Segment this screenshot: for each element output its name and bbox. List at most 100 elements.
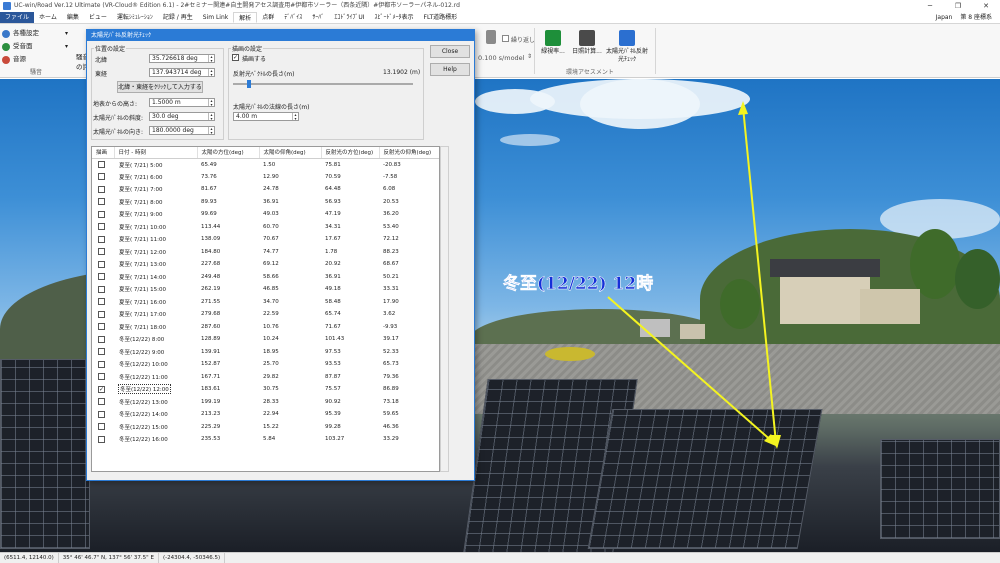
col-header-reflect-elevation[interactable]: 反射光の仰角(deg): [379, 147, 439, 159]
table-scrollbar[interactable]: [440, 146, 449, 472]
tab-speedometer[interactable]: ｽﾋﾟｰﾄﾞﾒｰﾀ表示: [369, 12, 418, 23]
row-draw-checkbox[interactable]: [98, 410, 105, 418]
table-row[interactable]: 冬至(12/22) 16:00 235.53 5.84 103.27 33.29: [92, 433, 439, 446]
table-row[interactable]: 夏至( 7/21) 15:00 262.19 46.85 49.18 33.31: [92, 283, 439, 296]
row-draw-checkbox[interactable]: [98, 285, 105, 293]
table-row[interactable]: 夏至( 7/21) 12:00 184.80 74.77 1.78 88.23: [92, 246, 439, 259]
row-draw-checkbox[interactable]: [98, 235, 105, 243]
row-draw-checkbox[interactable]: [98, 323, 105, 331]
click-input-latlon-button[interactable]: 北緯・東経をｸﾘｯｸして入力する: [117, 81, 203, 93]
tab-device[interactable]: ﾃﾞﾊﾞｲｽ: [279, 12, 307, 23]
spin-arrows-icon[interactable]: ▴ ▾: [292, 113, 298, 120]
sound-source-button[interactable]: 音源: [2, 53, 39, 66]
row-draw-checkbox[interactable]: [98, 398, 105, 406]
sunshine-calc-button[interactable]: 日照計算...: [572, 30, 602, 56]
col-header-sun-azimuth[interactable]: 太陽の方位(deg): [197, 147, 260, 159]
tab-home[interactable]: ホーム: [34, 12, 62, 23]
row-draw-checkbox[interactable]: ✓: [98, 385, 105, 393]
table-row[interactable]: ✓ 冬至(12/22) 12:00 183.61 30.75 75.57 86.89: [92, 383, 439, 396]
panel-normal-input[interactable]: 4.00 m ▴ ▾: [233, 112, 299, 121]
col-header-draw[interactable]: 描画: [92, 147, 115, 159]
house-icon[interactable]: [486, 30, 496, 44]
table-row[interactable]: 夏至( 7/21) 13:00 227.68 69.12 20.92 68.67: [92, 258, 439, 271]
spin-arrows-icon[interactable]: ▴ ▾: [208, 69, 214, 76]
col-header-datetime[interactable]: 日付 - 時刻: [114, 147, 198, 159]
tab-server[interactable]: ｻｰﾊﾞ: [307, 12, 329, 23]
receiver-surface-button[interactable]: 受音面: [2, 40, 39, 53]
tab-record-play[interactable]: 記録 / 再生: [158, 12, 198, 23]
noise-settings-button[interactable]: 各種設定: [2, 27, 39, 40]
row-draw-checkbox[interactable]: [98, 435, 105, 443]
table-row[interactable]: 冬至(12/22) 14:00 213.23 22.94 95.39 59.65: [92, 408, 439, 421]
table-row[interactable]: 冬至(12/22) 13:00 199.19 28.33 90.92 73.18: [92, 396, 439, 409]
close-window-button[interactable]: ✕: [972, 0, 1000, 12]
close-button[interactable]: Close: [430, 45, 470, 58]
table-row[interactable]: 夏至( 7/21) 10:00 113.44 60.70 34.31 53.40: [92, 221, 439, 234]
tab-point-cloud[interactable]: 点群: [257, 12, 279, 23]
row-draw-checkbox[interactable]: [98, 273, 105, 281]
latitude-input[interactable]: 35.726618 deg ▴ ▾: [149, 54, 215, 63]
dropdown-arrow-icon-2[interactable]: ▾: [65, 43, 68, 50]
row-draw-checkbox[interactable]: [98, 173, 105, 181]
row-draw-checkbox[interactable]: [98, 373, 105, 381]
speed-value[interactable]: 0.100 s/model: [478, 54, 525, 62]
longitude-input[interactable]: 137.943714 deg ▴ ▾: [149, 68, 215, 77]
table-row[interactable]: 夏至( 7/21) 11:00 138.09 70.67 17.67 72.12: [92, 233, 439, 246]
row-draw-checkbox[interactable]: [98, 360, 105, 368]
spin-arrows-icon[interactable]: ▴ ▾: [208, 99, 214, 106]
row-draw-checkbox[interactable]: [98, 161, 105, 168]
spin-arrows-icon[interactable]: ▴ ▾: [208, 113, 214, 120]
slider-thumb[interactable]: [247, 80, 252, 88]
coordinate-zone-label[interactable]: 第 8 座標系: [960, 12, 992, 24]
row-draw-checkbox[interactable]: [98, 210, 105, 218]
tab-edit[interactable]: 編集: [62, 12, 84, 23]
row-draw-checkbox[interactable]: [98, 248, 105, 256]
table-row[interactable]: 夏至( 7/21) 8:00 89.93 36.91 56.93 20.53: [92, 196, 439, 209]
row-draw-checkbox[interactable]: [98, 198, 105, 206]
tab-ecodrive[interactable]: ｴｺﾄﾞﾗｲﾌﾞUI: [329, 12, 369, 23]
tab-drive-sim[interactable]: 運転ｼﾐｭﾚｰｼｮﾝ: [112, 12, 158, 23]
table-row[interactable]: 夏至( 7/21) 9:00 99.69 49.03 47.19 36.20: [92, 208, 439, 221]
tab-flt-road[interactable]: FLT道路標形: [419, 12, 463, 23]
draw-checkbox[interactable]: ✓: [232, 54, 239, 61]
table-row[interactable]: 冬至(12/22) 9:00 139.91 18.95 97.53 52.33: [92, 346, 439, 359]
maximize-button[interactable]: ❐: [944, 0, 972, 12]
table-row[interactable]: 冬至(12/22) 11:00 167.71 29.82 87.87 79.36: [92, 371, 439, 384]
solar-reflection-check-button[interactable]: 太陽光ﾊﾟﾈﾙ反射光ﾁｪｯｸ: [604, 30, 650, 64]
table-row[interactable]: 夏至( 7/21) 16:00 271.55 34.70 58.48 17.90: [92, 296, 439, 309]
green-view-ratio-button[interactable]: 緑視率...: [537, 30, 569, 56]
table-row[interactable]: 夏至( 7/21) 5:00 65.49 1.50 75.81 -20.83: [92, 158, 439, 171]
table-row[interactable]: 冬至(12/22) 8:00 128.89 10.24 101.43 39.17: [92, 333, 439, 346]
repeat-checkbox[interactable]: [502, 35, 509, 42]
row-draw-checkbox[interactable]: [98, 335, 105, 343]
col-header-reflect-azimuth[interactable]: 反射光の方位(deg): [321, 147, 380, 159]
row-draw-checkbox[interactable]: [98, 223, 105, 231]
table-row[interactable]: 冬至(12/22) 15:00 225.29 15.22 99.28 46.36: [92, 421, 439, 434]
speed-spin-icon[interactable]: ⇕: [527, 53, 532, 60]
minimize-button[interactable]: ─: [916, 0, 944, 12]
table-row[interactable]: 夏至( 7/21) 6:00 73.76 12.90 70.59 -7.58: [92, 171, 439, 184]
col-header-sun-elevation[interactable]: 太陽の仰角(deg): [259, 147, 322, 159]
row-draw-checkbox[interactable]: [98, 260, 105, 268]
spin-arrows-icon[interactable]: ▴ ▾: [208, 55, 214, 62]
tilt-input[interactable]: 30.0 deg ▴ ▾: [149, 112, 215, 121]
dropdown-arrow-icon[interactable]: ▾: [65, 30, 68, 37]
help-button[interactable]: Help: [430, 63, 470, 76]
language-label[interactable]: Japan: [936, 12, 953, 24]
tab-analysis[interactable]: 解析: [233, 12, 258, 23]
row-draw-checkbox[interactable]: [98, 310, 105, 318]
table-row[interactable]: 夏至( 7/21) 17:00 279.68 22.59 65.74 3.62: [92, 308, 439, 321]
row-draw-checkbox[interactable]: [98, 298, 105, 306]
reflect-length-slider[interactable]: [233, 83, 413, 85]
row-draw-checkbox[interactable]: [98, 348, 105, 356]
table-row[interactable]: 夏至( 7/21) 18:00 287.60 10.76 71.67 -9.93: [92, 321, 439, 334]
tab-view[interactable]: ビュー: [84, 12, 112, 23]
row-draw-checkbox[interactable]: [98, 185, 105, 193]
tab-file[interactable]: ファイル: [0, 12, 35, 23]
table-row[interactable]: 夏至( 7/21) 14:00 249.48 58.66 36.91 50.21: [92, 271, 439, 284]
table-row[interactable]: 冬至(12/22) 10:00 152.87 25.70 93.53 65.73: [92, 358, 439, 371]
spin-arrows-icon[interactable]: ▴ ▾: [208, 127, 214, 134]
height-input[interactable]: 1.5000 m ▴ ▾: [149, 98, 215, 107]
tab-sim-link[interactable]: Sim Link: [198, 12, 234, 23]
orientation-input[interactable]: 180.0000 deg ▴ ▾: [149, 126, 215, 135]
